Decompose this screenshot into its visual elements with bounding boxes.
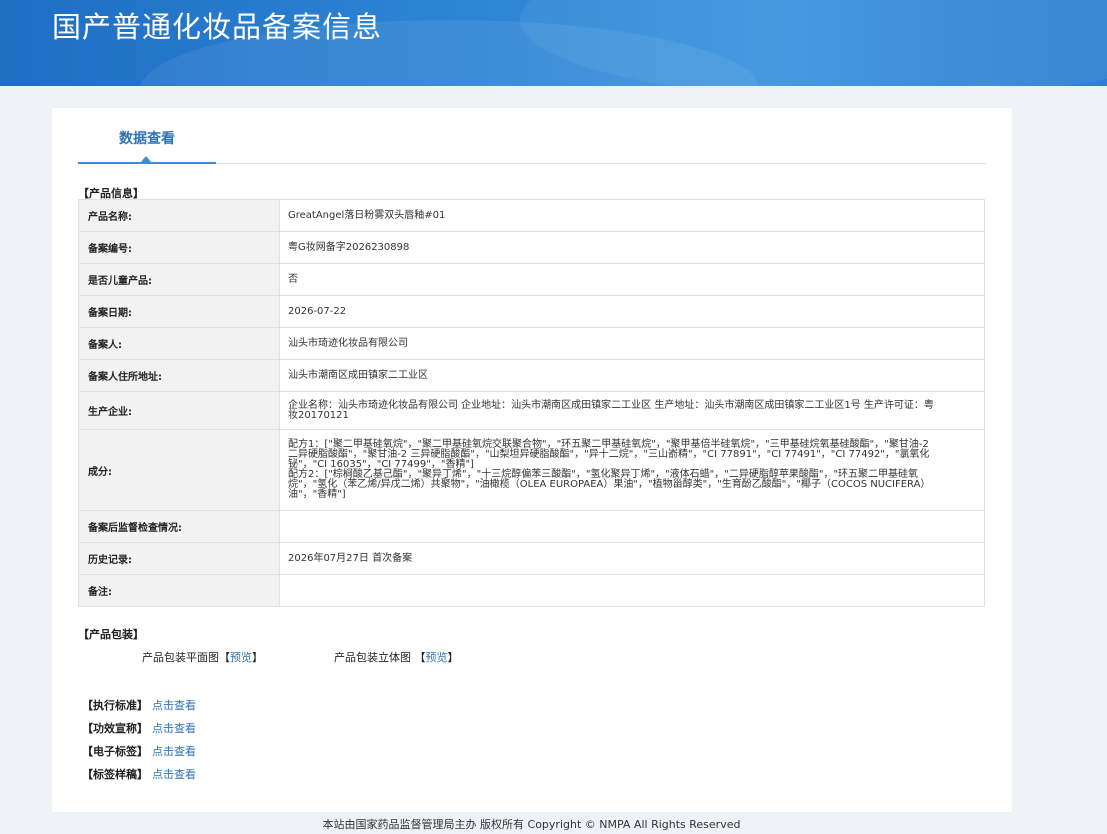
row-key: 备案人: — [78, 327, 280, 360]
row-key: 历史记录: — [78, 542, 280, 575]
package-flat-bracket: 】 — [252, 651, 263, 664]
row-value — [279, 510, 985, 543]
row-key: 备案编号: — [78, 231, 280, 264]
standard-link-row: 【执行标准】 点击查看 — [82, 697, 196, 713]
package-flat-preview-link[interactable]: 预览 — [230, 651, 252, 664]
row-key: 备案后监督检查情况: — [78, 510, 280, 543]
product-info-table: 产品名称: GreatAngel落日粉雾双头唇釉#01 备案编号: 粤G妆网备字… — [78, 199, 985, 607]
package-stereo-bracket: 】 — [447, 651, 459, 664]
row-key: 备案日期: — [78, 295, 280, 328]
tab-active-caret-icon — [141, 156, 151, 162]
banner-decoration — [520, 0, 1107, 86]
table-row: 生产企业: 企业名称：汕头市琦迹化妆品有限公司 企业地址：汕头市潮南区成田镇家二… — [78, 391, 985, 430]
table-row: 产品名称: GreatAngel落日粉雾双头唇釉#01 — [78, 199, 985, 232]
row-value: 否 — [279, 263, 985, 296]
row-value: 2026-07-22 — [279, 295, 985, 328]
table-row: 备案后监督检查情况: — [78, 510, 985, 543]
page-title: 国产普通化妆品备案信息 — [52, 10, 383, 44]
package-flat-view: 产品包装平面图【预览】 — [142, 649, 263, 665]
row-value: 粤G妆网备字2026230898 — [279, 231, 985, 264]
e-label-link-row: 【电子标签】 点击查看 — [82, 743, 196, 759]
row-key: 备注: — [78, 574, 280, 607]
row-value: GreatAngel落日粉雾双头唇釉#01 — [279, 199, 985, 232]
row-key: 是否儿童产品: — [78, 263, 280, 296]
table-row: 备注: — [78, 574, 985, 607]
table-row: 备案人: 汕头市琦迹化妆品有限公司 — [78, 327, 985, 360]
row-value: 汕头市潮南区成田镇家二工业区 — [279, 359, 985, 392]
table-row: 备案日期: 2026-07-22 — [78, 295, 985, 328]
table-row: 历史记录: 2026年07月27日 首次备案 — [78, 542, 985, 575]
package-flat-label: 产品包装平面图【 — [142, 651, 230, 664]
package-stereo-label: 产品包装立体图 【 — [334, 651, 426, 664]
footer-copyright: 本站由国家药品监督管理局主办 版权所有 Copyright © NMPA All… — [322, 818, 741, 831]
table-row: 备案人住所地址: 汕头市潮南区成田镇家二工业区 — [78, 359, 985, 392]
label-draft-label: 【标签样稿】 — [82, 768, 148, 781]
package-stereo-preview-link[interactable]: 预览 — [426, 651, 448, 664]
content-card: 数据查看 【产品信息】 产品名称: GreatAngel落日粉雾双头唇釉#01 … — [52, 108, 1012, 812]
tab-bar: 数据查看 — [78, 108, 986, 164]
e-label-label: 【电子标签】 — [82, 745, 148, 758]
table-row: 成分: 配方1：["聚二甲基硅氧烷"，"聚二甲基硅氧烷交联聚合物"，"环五聚二甲… — [78, 429, 985, 511]
table-row: 备案编号: 粤G妆网备字2026230898 — [78, 231, 985, 264]
e-label-view-link[interactable]: 点击查看 — [152, 745, 196, 758]
row-value — [279, 574, 985, 607]
label-draft-link-row: 【标签样稿】 点击查看 — [82, 766, 196, 782]
package-stereo-view: 产品包装立体图 【预览】 — [334, 649, 459, 665]
standard-view-link[interactable]: 点击查看 — [152, 699, 196, 712]
row-key: 成分: — [78, 429, 280, 511]
efficacy-label: 【功效宣称】 — [82, 722, 148, 735]
row-key: 产品名称: — [78, 199, 280, 232]
row-value: 企业名称：汕头市琦迹化妆品有限公司 企业地址：汕头市潮南区成田镇家二工业区 生产… — [279, 391, 985, 430]
efficacy-link-row: 【功效宣称】 点击查看 — [82, 720, 196, 736]
label-draft-view-link[interactable]: 点击查看 — [152, 768, 196, 781]
tab-label: 数据查看 — [119, 131, 175, 147]
packaging-section-label: 【产品包装】 — [78, 628, 144, 641]
row-key: 备案人住所地址: — [78, 359, 280, 392]
standard-label: 【执行标准】 — [82, 699, 148, 712]
row-key: 生产企业: — [78, 391, 280, 430]
tab-data-view[interactable]: 数据查看 — [78, 108, 216, 164]
row-value: 汕头市琦迹化妆品有限公司 — [279, 327, 985, 360]
efficacy-view-link[interactable]: 点击查看 — [152, 722, 196, 735]
row-value: 2026年07月27日 首次备案 — [279, 542, 985, 575]
header-banner: 国产普通化妆品备案信息 — [0, 0, 1107, 86]
row-value: 配方1：["聚二甲基硅氧烷"，"聚二甲基硅氧烷交联聚合物"，"环五聚二甲基硅氧烷… — [279, 429, 985, 511]
table-row: 是否儿童产品: 否 — [78, 263, 985, 296]
